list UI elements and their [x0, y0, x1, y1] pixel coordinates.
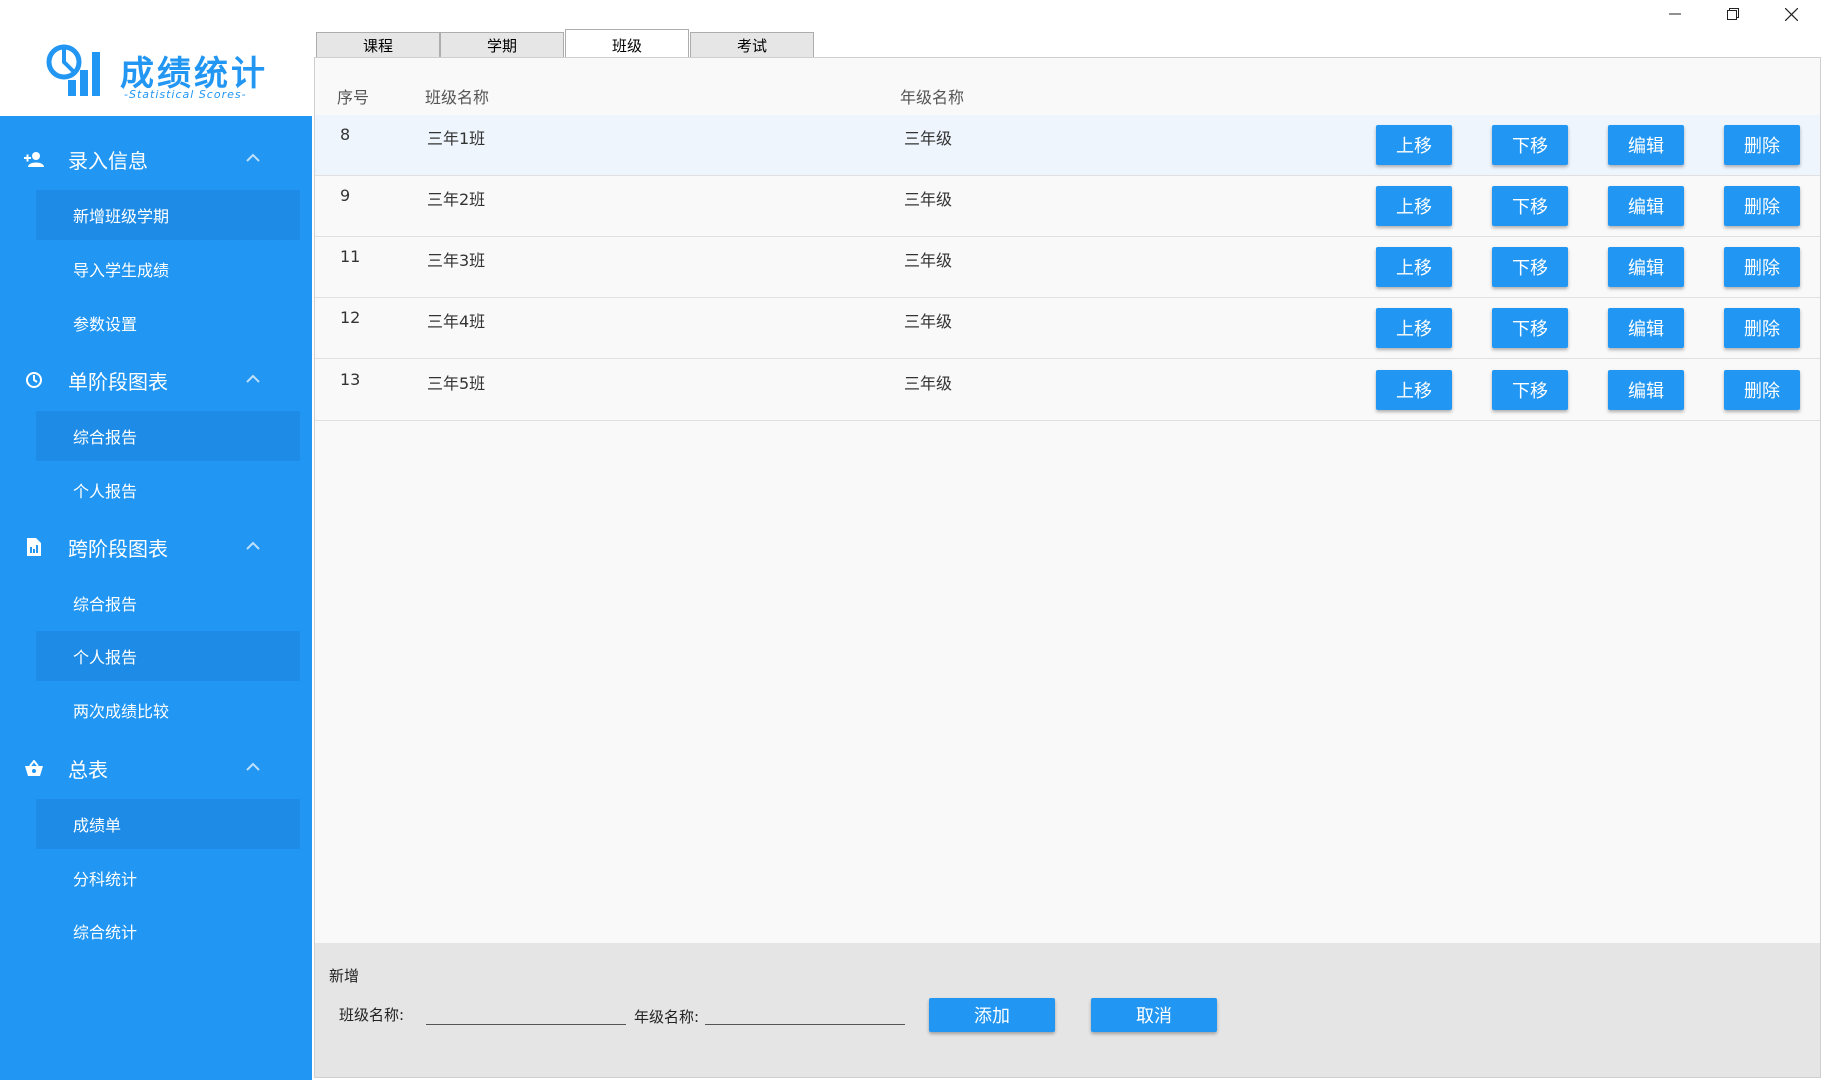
sidebar-section-input[interactable]: 录入信息 — [0, 130, 312, 188]
cell-id: 12 — [340, 308, 361, 327]
sidebar-item-overall-report[interactable]: 综合报告 — [36, 578, 300, 628]
cell-grade-name: 三年级 — [904, 129, 953, 148]
delete-button[interactable]: 删除 — [1724, 247, 1800, 287]
logo-chart-icon — [46, 42, 110, 102]
chevron-up-icon[interactable] — [245, 761, 261, 773]
chevron-up-icon[interactable] — [245, 152, 261, 164]
cell-id: 11 — [340, 247, 361, 266]
move-down-button[interactable]: 下移 — [1492, 308, 1568, 348]
section-label: 录入信息 — [68, 148, 148, 173]
cell-id: 8 — [340, 125, 351, 144]
tab-exam[interactable]: 考试 — [690, 32, 814, 58]
edit-button[interactable]: 编辑 — [1608, 186, 1684, 226]
add-button[interactable]: 添加 — [929, 998, 1055, 1032]
delete-button[interactable]: 删除 — [1724, 125, 1800, 165]
sidebar-item-import-scores[interactable]: 导入学生成绩 — [36, 244, 300, 294]
move-up-button[interactable]: 上移 — [1376, 125, 1452, 165]
table-row[interactable]: 9 三年2班 三年级 上移 下移 编辑 删除 — [315, 176, 1820, 237]
edit-button[interactable]: 编辑 — [1608, 125, 1684, 165]
move-up-button[interactable]: 上移 — [1376, 370, 1452, 410]
move-down-button[interactable]: 下移 — [1492, 186, 1568, 226]
tab-course[interactable]: 课程 — [316, 32, 440, 58]
move-down-button[interactable]: 下移 — [1492, 247, 1568, 287]
delete-button[interactable]: 删除 — [1724, 186, 1800, 226]
table-row[interactable]: 8 三年1班 三年级 上移 下移 编辑 删除 — [315, 115, 1820, 176]
sidebar-section-cross-stage[interactable]: 跨阶段图表 — [0, 518, 312, 576]
cell-class-name: 三年5班 — [427, 374, 486, 393]
cell-class-name: 三年4班 — [427, 312, 486, 331]
move-up-button[interactable]: 上移 — [1376, 186, 1452, 226]
edit-button[interactable]: 编辑 — [1608, 247, 1684, 287]
section-label: 跨阶段图表 — [68, 536, 168, 561]
minimize-icon[interactable] — [1646, 0, 1704, 28]
sidebar-item-settings[interactable]: 参数设置 — [36, 298, 300, 348]
sidebar-item-score-compare[interactable]: 两次成绩比较 — [36, 685, 300, 735]
brand-subtitle: -Statistical Scores- — [124, 88, 247, 101]
add-class-panel: 新增 班级名称: 年级名称: 添加 取消 — [315, 943, 1820, 1077]
table-row[interactable]: 12 三年4班 三年级 上移 下移 编辑 删除 — [315, 298, 1820, 359]
cell-id: 13 — [340, 370, 361, 389]
move-up-button[interactable]: 上移 — [1376, 308, 1452, 348]
grade-name-input[interactable] — [705, 999, 905, 1025]
sidebar-item-overall-stats[interactable]: 综合统计 — [36, 906, 300, 956]
grade-name-label: 年级名称: — [634, 1008, 700, 1026]
basket-icon — [24, 759, 44, 777]
sidebar-item-personal-report[interactable]: 个人报告 — [36, 465, 300, 515]
sidebar: 成绩统计 -Statistical Scores- 录入信息 新增班级学期 导入… — [0, 0, 312, 1080]
cell-id: 9 — [340, 186, 351, 205]
cell-grade-name: 三年级 — [904, 374, 953, 393]
edit-button[interactable]: 编辑 — [1608, 308, 1684, 348]
move-down-button[interactable]: 下移 — [1492, 125, 1568, 165]
cell-class-name: 三年3班 — [427, 251, 486, 270]
restore-icon[interactable] — [1704, 0, 1762, 28]
class-table-panel: 序号 班级名称 年级名称 8 三年1班 三年级 上移 下移 编辑 删除 9 三年… — [314, 57, 1821, 1078]
tab-term[interactable]: 学期 — [440, 32, 564, 58]
sidebar-item-report-card[interactable]: 成绩单 — [36, 799, 300, 849]
cell-grade-name: 三年级 — [904, 251, 953, 270]
column-header-class-name: 班级名称 — [425, 88, 490, 107]
chevron-up-icon[interactable] — [245, 373, 261, 385]
sidebar-item-new-class-term[interactable]: 新增班级学期 — [36, 190, 300, 240]
cell-class-name: 三年1班 — [427, 129, 486, 148]
logo: 成绩统计 -Statistical Scores- — [0, 0, 312, 116]
sidebar-item-personal-report[interactable]: 个人报告 — [36, 631, 300, 681]
class-name-input[interactable] — [426, 999, 626, 1025]
sidebar-section-single-stage[interactable]: 单阶段图表 — [0, 351, 312, 409]
cancel-button[interactable]: 取消 — [1091, 998, 1217, 1032]
move-up-button[interactable]: 上移 — [1376, 247, 1452, 287]
delete-button[interactable]: 删除 — [1724, 370, 1800, 410]
cell-grade-name: 三年级 — [904, 190, 953, 209]
document-icon — [24, 538, 44, 556]
class-name-label: 班级名称: — [339, 1006, 405, 1024]
column-header-id: 序号 — [337, 88, 370, 107]
table-row[interactable]: 11 三年3班 三年级 上移 下移 编辑 删除 — [315, 237, 1820, 298]
cell-grade-name: 三年级 — [904, 312, 953, 331]
person-add-icon — [24, 150, 44, 168]
clock-icon — [24, 371, 44, 389]
cell-class-name: 三年2班 — [427, 190, 486, 209]
delete-button[interactable]: 删除 — [1724, 308, 1800, 348]
tab-class[interactable]: 班级 — [565, 29, 689, 60]
table-row[interactable]: 13 三年5班 三年级 上移 下移 编辑 删除 — [315, 360, 1820, 421]
sidebar-section-summary[interactable]: 总表 — [0, 739, 312, 797]
chevron-up-icon[interactable] — [245, 540, 261, 552]
column-header-grade-name: 年级名称 — [900, 88, 965, 107]
section-label: 单阶段图表 — [68, 369, 168, 394]
sidebar-item-subject-stats[interactable]: 分科统计 — [36, 853, 300, 903]
section-label: 总表 — [68, 757, 108, 782]
close-icon[interactable] — [1762, 0, 1820, 28]
panel-title: 新增 — [329, 967, 360, 985]
sidebar-item-overall-report[interactable]: 综合报告 — [36, 411, 300, 461]
edit-button[interactable]: 编辑 — [1608, 370, 1684, 410]
move-down-button[interactable]: 下移 — [1492, 370, 1568, 410]
